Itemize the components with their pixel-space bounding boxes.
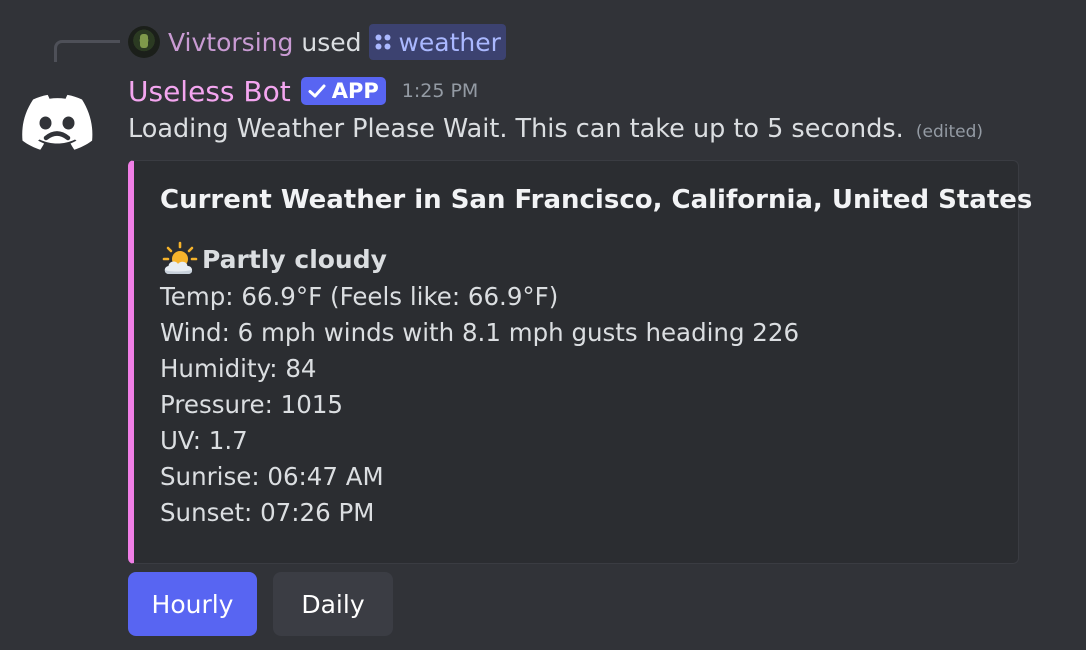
daily-button[interactable]: Daily <box>273 572 393 636</box>
interaction-username[interactable]: Vivtorsing <box>168 28 293 57</box>
reply-connector-line <box>54 40 120 62</box>
command-mention[interactable]: weather <box>369 24 506 60</box>
uv-line: UV: 1.7 <box>160 426 248 455</box>
weather-condition: Partly cloudy <box>160 241 387 277</box>
bot-avatar[interactable] <box>18 82 96 160</box>
action-row: Hourly Daily <box>128 572 393 636</box>
app-badge: APP <box>300 77 386 105</box>
message-container: Vivtorsing used weather Useless Bot APP … <box>0 0 1086 650</box>
sun-behind-cloud-icon <box>162 241 198 274</box>
pressure-line: Pressure: 1015 <box>160 390 344 419</box>
slash-command-icon <box>375 34 391 50</box>
message-timestamp[interactable]: 1:25 PM <box>402 80 479 102</box>
message-content: Loading Weather Please Wait. This can ta… <box>128 114 983 144</box>
interaction-verb: used <box>301 27 362 57</box>
interaction-header: Vivtorsing used weather <box>128 24 506 60</box>
temperature-line: Temp: 66.9°F (Feels like: 66.9°F) <box>160 282 559 311</box>
message-text: Loading Weather Please Wait. This can ta… <box>128 114 904 144</box>
user-avatar[interactable] <box>128 26 160 58</box>
message-header: Useless Bot APP 1:25 PM <box>128 72 478 110</box>
humidity-line: Humidity: 84 <box>160 354 317 383</box>
author-name[interactable]: Useless Bot <box>128 75 291 108</box>
command-name: weather <box>398 27 501 57</box>
app-badge-label: APP <box>331 79 379 103</box>
weather-details: Temp: 66.9°F (Feels like: 66.9°F) Wind: … <box>160 279 799 531</box>
embed-title: Current Weather in San Francisco, Califo… <box>160 185 1033 215</box>
sunset-line: Sunset: 07:26 PM <box>160 498 375 527</box>
wind-line: Wind: 6 mph winds with 8.1 mph gusts hea… <box>160 318 800 347</box>
condition-text: Partly cloudy <box>202 244 387 274</box>
sunrise-line: Sunrise: 06:47 AM <box>160 462 384 491</box>
verified-check-icon <box>308 84 326 98</box>
weather-embed: Current Weather in San Francisco, Califo… <box>128 160 1032 564</box>
edited-label: (edited) <box>915 122 984 142</box>
hourly-button[interactable]: Hourly <box>128 572 257 636</box>
